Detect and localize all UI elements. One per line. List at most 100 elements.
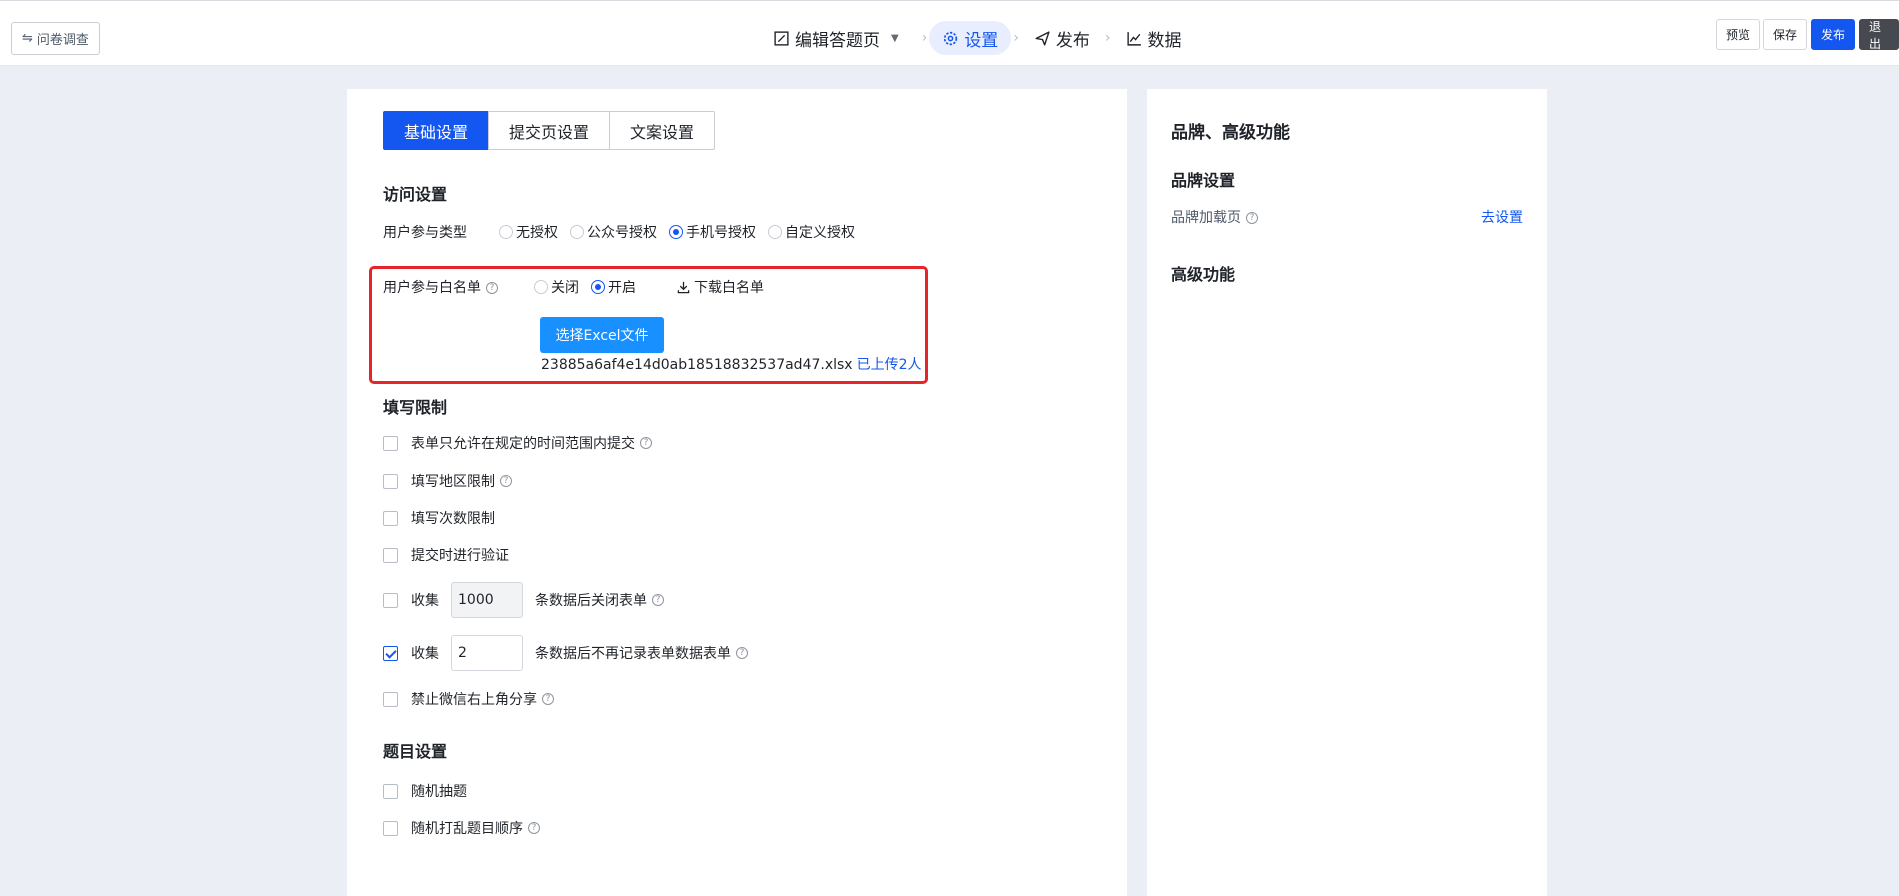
user-type-radio-group: 无授权 公众号授权 手机号授权 自定义授权 [499,222,867,242]
brand-loading-label-wrap: 品牌加载页? [1171,207,1258,227]
brand-loading-label: 品牌加载页 [1171,210,1241,226]
step-edit-label: 编辑答题页 [795,30,880,51]
advanced-features-title: 高级功能 [1171,265,1236,284]
whitelist-label: 用户参与白名单 [383,280,481,296]
radio-circle-selected [669,225,683,239]
brand-settings-title: 品牌设置 [1171,171,1236,190]
step-data-label: 数据 [1147,30,1182,51]
checkbox-label: 提交时进行验证 [411,548,509,564]
chevron-down-icon[interactable]: ▼ [891,33,899,44]
help-icon[interactable]: ? [528,822,540,834]
question-settings-title: 题目设置 [383,742,448,761]
radio-phone-auth[interactable]: 手机号授权 [669,222,756,242]
radio-official-account-auth[interactable]: 公众号授权 [570,222,657,242]
radio-circle [768,225,782,239]
uploaded-count-link[interactable]: 已上传2人 [857,357,922,373]
fill-limits-title: 填写限制 [383,398,448,417]
brand-advanced-panel: 品牌、高级功能 品牌设置 品牌加载页? 去设置 高级功能 [1147,89,1547,896]
radio-label: 关闭 [551,280,579,296]
disable-share-row: 禁止微信右上角分享? [383,689,554,709]
radio-label: 公众号授权 [587,225,657,241]
download-whitelist-label: 下载白名单 [694,280,764,296]
save-button[interactable]: 保存 [1763,19,1808,50]
radio-no-auth[interactable]: 无授权 [499,222,558,242]
checkbox[interactable] [383,783,398,799]
uploaded-file-line: 23885a6af4e14d0ab18518832537ad47.xlsx 已上传… [541,354,922,374]
radio-whitelist-on[interactable]: 开启 [591,277,636,297]
checkbox-label: 随机打乱题目顺序 [411,821,523,837]
help-icon[interactable]: ? [486,282,498,294]
limit-region-row: 填写地区限制? [383,471,512,491]
collect-prefix-label: 收集 [411,646,439,662]
go-settings-link[interactable]: 去设置 [1481,207,1523,227]
brand-loading-page-row: 品牌加载页? 去设置 [1171,207,1523,227]
download-icon [677,281,690,293]
swap-arrows-icon: ⇋ [22,31,33,46]
user-type-label: 用户参与类型 [383,225,467,241]
chart-icon [1126,31,1141,46]
access-settings-title: 访问设置 [383,185,448,204]
radio-whitelist-off[interactable]: 关闭 [534,277,579,297]
limit-verify-row: 提交时进行验证 [383,545,509,565]
checkbox-label: 禁止微信右上角分享 [411,692,537,708]
chevron-right-icon: › [1013,30,1019,46]
whitelist-label-row: 用户参与白名单? [383,277,498,297]
step-publish-label: 发布 [1055,30,1090,51]
whitelist-radio-group: 关闭 开启 [534,277,648,297]
chevron-right-icon: › [1104,30,1111,46]
random-draw-row: 随机抽题 [383,781,467,801]
radio-label: 手机号授权 [686,225,756,241]
publish-button[interactable]: 发布 [1811,19,1856,50]
checkbox-label: 填写次数限制 [411,511,495,527]
checkbox[interactable] [383,510,398,526]
help-icon[interactable]: ? [736,647,748,659]
help-icon[interactable]: ? [500,475,512,487]
radio-label: 自定义授权 [785,225,855,241]
top-bar: ⇋ 问卷调查 编辑答题页 ▼ › 设置 › 发布 › 数据 预览 保存 发布 退… [0,0,1899,66]
checkbox[interactable] [383,820,398,836]
uploaded-file-name: 23885a6af4e14d0ab18518832537ad47.xlsx [541,357,853,373]
checkbox[interactable] [383,691,398,707]
gear-icon [944,31,958,45]
exit-button[interactable]: 退出 [1859,19,1899,51]
tab-basic-settings[interactable]: 基础设置 [383,111,490,150]
select-excel-button[interactable]: 选择Excel文件 [540,317,664,353]
checkbox-checked[interactable] [383,645,398,661]
step-settings-label: 设置 [964,30,999,51]
checkbox-label: 随机抽题 [411,784,467,800]
collect-prefix-label: 收集 [411,593,439,609]
back-button[interactable]: ⇋ 问卷调查 [11,22,100,55]
help-icon[interactable]: ? [1246,212,1258,224]
help-icon[interactable]: ? [640,437,652,449]
radio-circle [570,225,584,239]
checkbox[interactable] [383,547,398,563]
help-icon[interactable]: ? [542,693,554,705]
send-icon [1035,30,1050,46]
step-edit[interactable]: 编辑答题页 ▼ [760,21,920,55]
radio-label: 无授权 [516,225,558,241]
download-whitelist-link[interactable]: 下载白名单 [677,277,764,297]
collect-close-row: 收集 1000 条数据后关闭表单? [383,582,664,618]
chevron-right-icon: › [921,30,928,46]
radio-circle-selected [591,280,605,294]
checkbox[interactable] [383,473,398,489]
step-nav: 编辑答题页 ▼ › 设置 › 发布 › 数据 [760,21,1195,55]
step-settings[interactable]: 设置 [929,21,1012,55]
radio-custom-auth[interactable]: 自定义授权 [768,222,855,242]
back-button-label: 问卷调查 [36,33,89,48]
radio-circle [534,280,548,294]
checkbox-label: 填写地区限制 [411,474,495,490]
collect-stop-count-input[interactable]: 2 [451,635,523,671]
checkbox[interactable] [383,592,398,608]
collect-suffix-label: 条数据后不再记录表单数据表单 [535,646,731,662]
preview-button[interactable]: 预览 [1716,19,1761,50]
help-icon[interactable]: ? [652,594,664,606]
step-data[interactable]: 数据 [1113,21,1195,55]
limit-count-row: 填写次数限制 [383,508,495,528]
checkbox-label: 表单只允许在规定的时间范围内提交 [411,436,635,452]
collect-close-count-input[interactable]: 1000 [451,582,523,618]
tab-copy-settings[interactable]: 文案设置 [609,111,716,150]
checkbox[interactable] [383,435,398,451]
step-publish[interactable]: 发布 [1021,21,1103,55]
tab-submit-page-settings[interactable]: 提交页设置 [488,111,611,150]
